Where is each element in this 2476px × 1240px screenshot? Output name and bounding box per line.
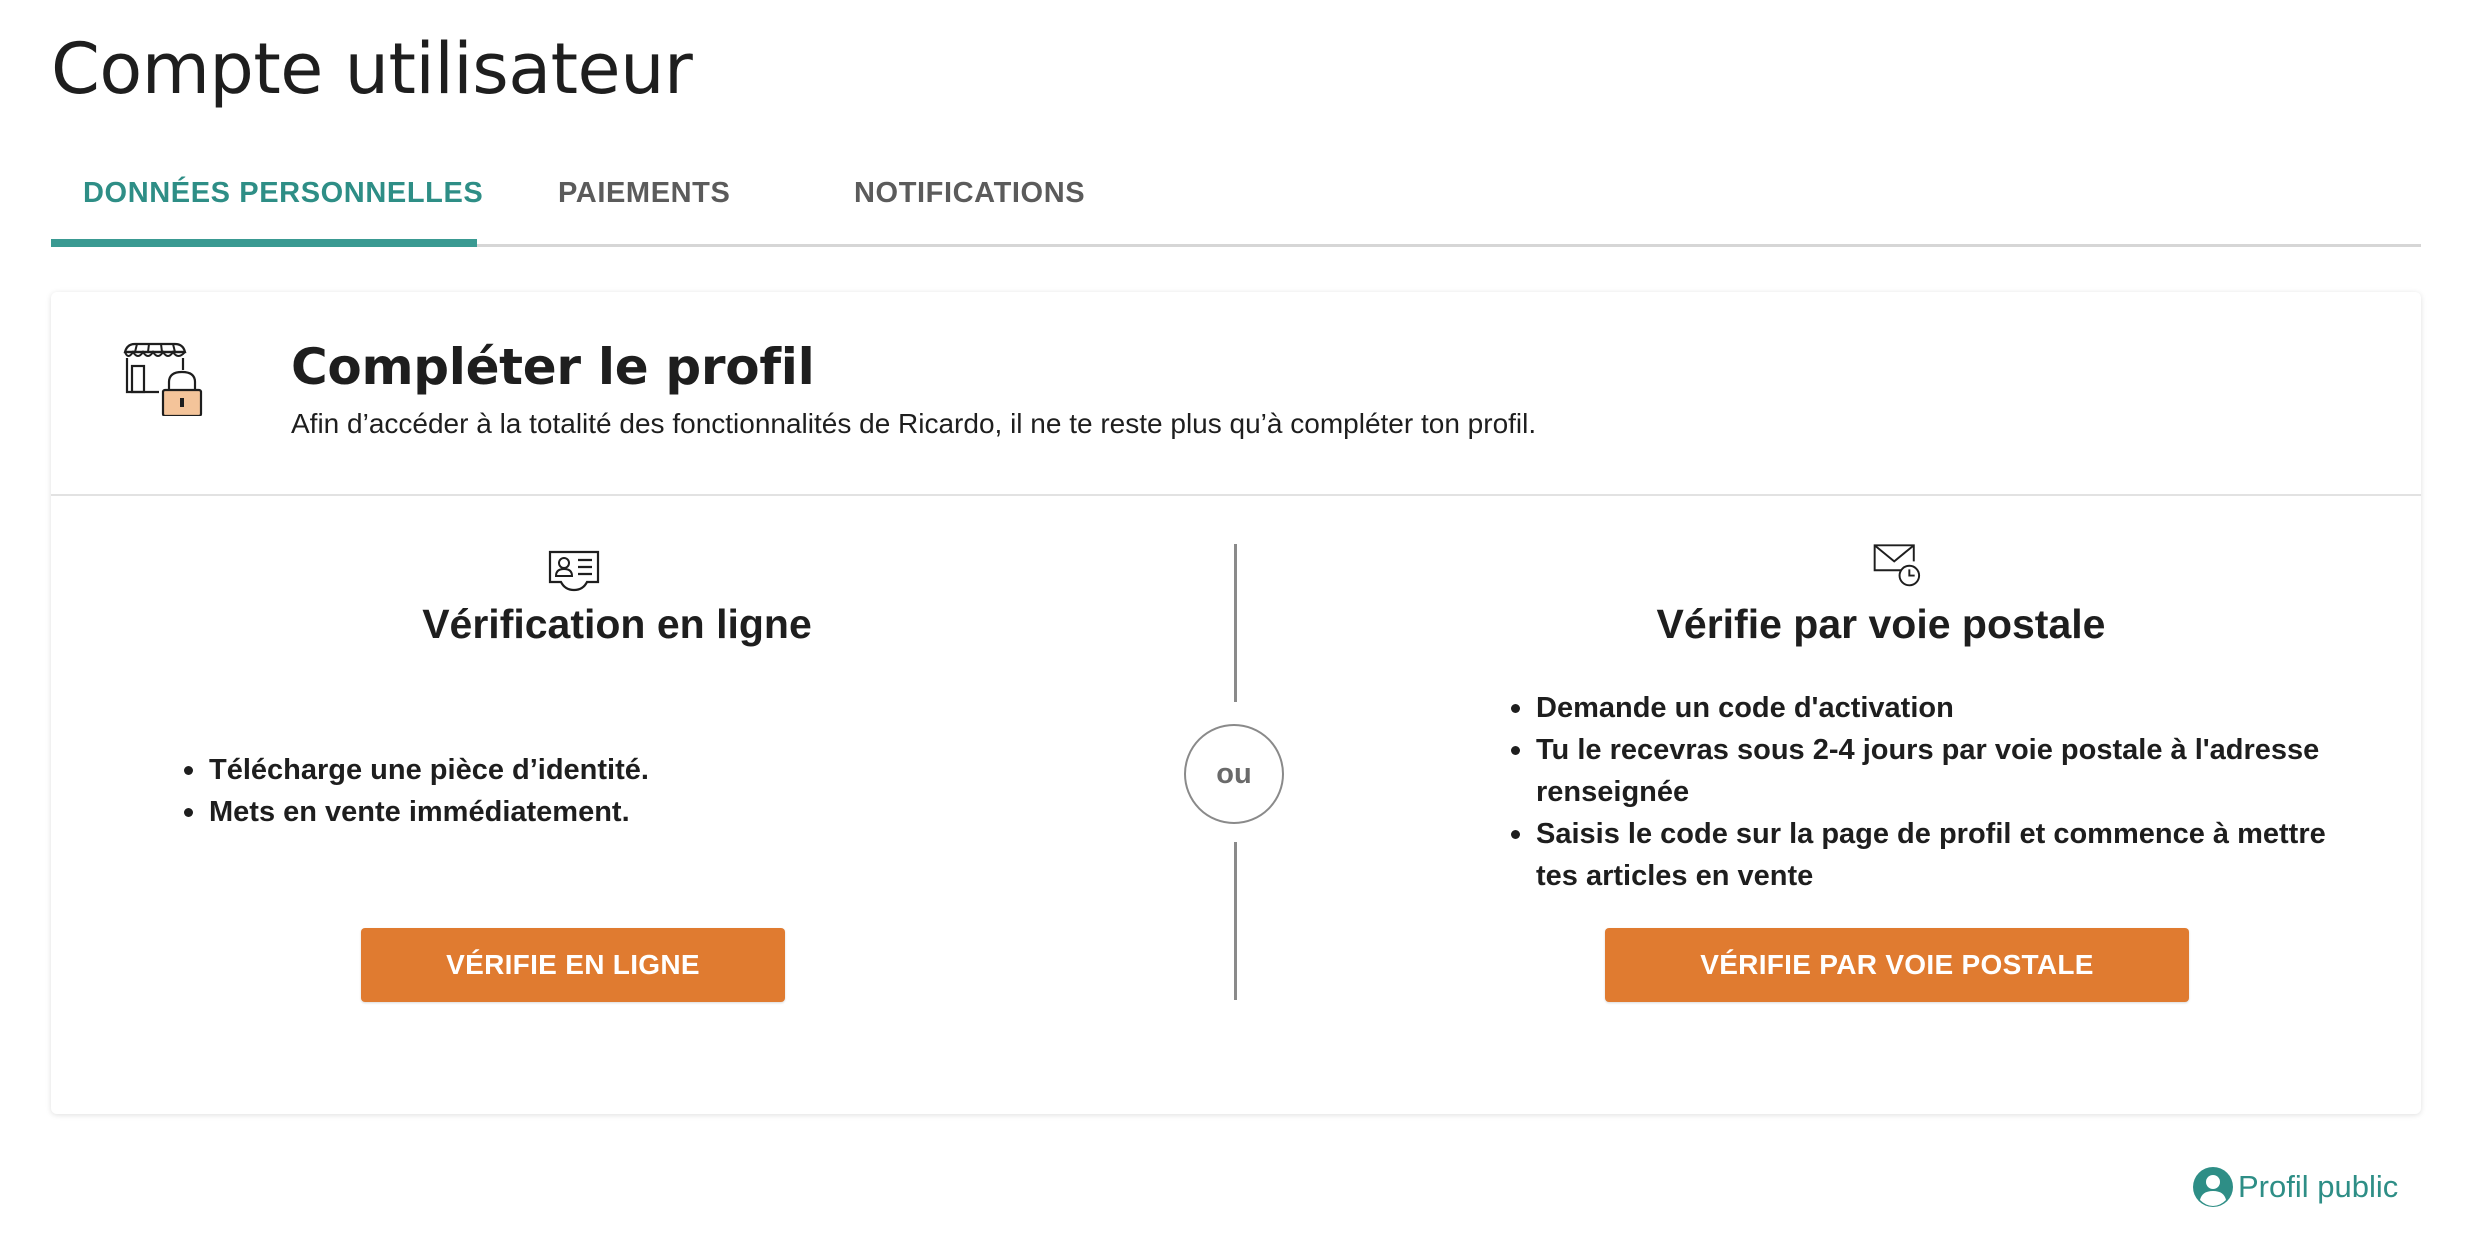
mail-clock-icon <box>1873 544 1921 587</box>
account-page: Compte utilisateur DONNÉES PERSONNELLES … <box>51 0 2421 1240</box>
card-subtitle: Afin d’accéder à la totalité des fonctio… <box>291 408 1537 439</box>
complete-profile-card: Compléter le profil Afin d’accéder à la … <box>51 292 2421 1114</box>
user-circle-icon <box>2193 1167 2233 1207</box>
verify-online-button[interactable]: VÉRIFIE EN LIGNE <box>361 928 785 1002</box>
tab-bar: DONNÉES PERSONNELLES PAIEMENTS NOTIFICAT… <box>51 150 2421 247</box>
public-profile-label: Profil public <box>2238 1169 2399 1204</box>
or-separator: ou <box>1184 724 1284 824</box>
verify-postal-button[interactable]: VÉRIFIE PAR VOIE POSTALE <box>1605 928 2189 1002</box>
list-item: Tu le recevras sous 2-4 jours par voie p… <box>1508 729 2348 813</box>
tab-paiements[interactable]: PAIEMENTS <box>558 150 730 244</box>
shop-lock-icon <box>123 342 203 416</box>
divider-line-top <box>1234 544 1237 702</box>
id-card-icon <box>548 550 600 592</box>
tab-donnees-personnelles[interactable]: DONNÉES PERSONNELLES <box>83 150 483 244</box>
online-bullet-list: Télécharge une pièce d’identité. Mets en… <box>181 749 801 833</box>
list-item: Mets en vente immédiatement. <box>181 791 801 833</box>
public-profile-link[interactable]: Profil public <box>2192 1165 2398 1209</box>
list-item: Demande un code d'activation <box>1508 687 2348 729</box>
tab-notifications[interactable]: NOTIFICATIONS <box>854 150 1085 244</box>
postal-verification-title: Vérifie par voie postale <box>1656 601 2106 647</box>
postal-bullet-list: Demande un code d'activation Tu le recev… <box>1508 687 2348 897</box>
card-header: Compléter le profil Afin d’accéder à la … <box>51 292 2421 496</box>
active-tab-indicator <box>51 239 477 247</box>
online-verification-title: Vérification en ligne <box>422 601 812 647</box>
page-title: Compte utilisateur <box>51 28 693 110</box>
list-item: Télécharge une pièce d’identité. <box>181 749 801 791</box>
list-item: Saisis le code sur la page de profil et … <box>1508 813 2348 897</box>
divider-line-bottom <box>1234 842 1237 1000</box>
card-title: Compléter le profil <box>291 338 815 396</box>
